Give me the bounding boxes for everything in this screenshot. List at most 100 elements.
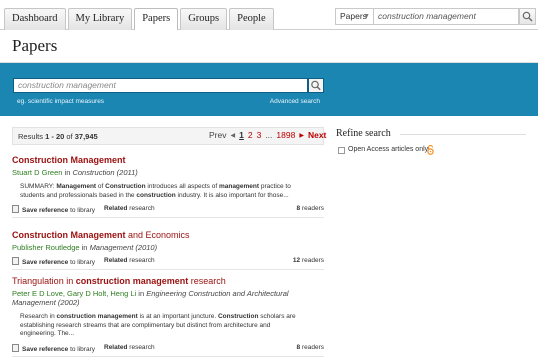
result-title[interactable]: Triangulation in construction management… [12,276,324,286]
result-authors[interactable]: Publisher Routledge [12,243,80,252]
summary-segment: introduces all aspects of [145,183,219,190]
page-link-2[interactable]: 2 [248,130,253,140]
reference-icon [12,343,19,352]
open-access-label[interactable]: Open Access articles only [348,146,428,153]
result-title-segment: research [188,276,226,286]
summary-segment: Management [56,183,97,190]
dropdown-caret-icon: ▼ [363,13,370,20]
summary-segment: management [218,183,260,190]
tab-papers[interactable]: Papers [134,8,179,31]
summary-segment: construction [136,191,176,199]
related-suffix: research [127,257,155,264]
readers-count: 8 readers [297,205,324,212]
related-research-link[interactable]: Related research [104,257,155,264]
page-link-last[interactable]: 1898 [276,130,295,140]
refine-search-heading: Refine search [336,128,391,139]
related-label: Related [104,205,128,213]
next-link[interactable]: Next [308,130,326,140]
summary-segment: SUMMARY: [20,183,57,190]
result-title-segment: Construction Management [12,230,126,240]
summary-segment: of [96,183,106,190]
save-reference-link[interactable]: Save reference to library [12,205,95,214]
save-reference-link[interactable]: Save reference to library [12,257,95,266]
result-meta: Peter E D Love, Gary D Holt, Heng Li in … [12,289,324,307]
save-reference-label: Save reference [22,207,69,215]
results-count: Results 1 - 20 of 37,945 [18,132,98,141]
related-label: Related [104,257,128,264]
related-suffix: research [127,205,155,213]
prev-link[interactable]: Prev [209,130,226,140]
tab-my-library[interactable]: My Library [67,8,133,30]
top-search-input[interactable]: construction management [374,8,519,25]
save-reference-link[interactable]: Save reference to library [12,343,95,353]
related-label: Related [104,343,128,351]
result-title-segment: Construction Management [12,155,126,165]
search-example-hint: eg. scientific impact measures [17,98,105,105]
tab-dashboard[interactable]: Dashboard [4,8,66,30]
result-actions: Save reference to library Related researc… [12,256,324,270]
result-actions: Save reference to library Related researc… [12,204,324,219]
readers-suffix: readers [300,205,324,213]
summary-segment: Research in [20,313,57,320]
search-scope-select[interactable]: Papers ▼ [335,8,374,25]
summary-segment: Construction [105,183,146,190]
result-title-segment: construction management [75,276,189,286]
result-item: Construction Management Stuart D Green in… [12,155,324,219]
readers-suffix: readers [300,257,324,264]
result-meta: Stuart D Green in Construction (2011) [12,168,324,177]
page-link-3[interactable]: 3 [257,130,262,140]
top-search-button[interactable] [519,8,536,25]
page-title: Papers [12,36,58,55]
save-reference-label: Save reference [22,259,69,266]
result-in: in [79,243,90,252]
save-reference-suffix: to library [68,259,95,266]
page-ellipsis: ... [265,130,273,140]
summary-segment: construction management [56,313,138,320]
result-meta: Publisher Routledge in Management (2010) [12,243,324,252]
title-band [0,30,538,63]
main-search-input[interactable]: construction management [13,78,308,93]
result-authors[interactable]: Peter E D Love, Gary D Holt, Heng Li [12,289,136,298]
advanced-search-link[interactable]: Advanced search [270,98,320,105]
result-summary: SUMMARY: Management of Construction intr… [20,183,305,200]
result-item: Triangulation in construction management… [12,276,324,357]
tab-people[interactable]: People [229,8,274,30]
result-authors[interactable]: Stuart D Green [12,168,62,177]
save-reference-label: Save reference [22,345,69,353]
related-suffix: research [127,343,155,351]
readers-count: 12 readers [293,257,324,264]
result-title-segment: Triangulation in [12,276,76,286]
result-actions: Save reference to library Related researc… [12,343,324,357]
result-in: in [136,289,147,298]
related-research-link[interactable]: Related research [104,344,155,351]
save-reference-suffix: to library [68,345,95,353]
readers-suffix: readers [300,343,324,351]
related-research-link[interactable]: Related research [104,205,155,212]
page-link-1[interactable]: 1 [239,130,244,140]
summary-segment: industry. It is also important for those… [175,191,289,199]
result-summary: Research in construction management is a… [20,313,305,339]
open-access-icon [427,145,434,155]
main-search-button[interactable] [308,78,324,93]
search-icon [311,80,321,91]
search-icon [522,11,533,22]
result-title-segment: and Economics [125,230,190,240]
save-reference-suffix: to library [68,207,95,215]
reference-icon [12,205,19,214]
result-title[interactable]: Construction Management and Economics [12,230,324,240]
prev-arrow-icon: ◀ [230,132,236,139]
next-arrow-icon: ▶ [299,132,304,139]
summary-segment: Construction [217,313,259,320]
refine-divider [400,134,526,135]
reference-icon [12,257,19,265]
main-tabs: Dashboard My Library Papers Groups Peopl… [4,8,276,31]
result-title[interactable]: Construction Management [12,155,324,165]
result-journal: Construction (2011) [72,168,138,177]
tab-groups[interactable]: Groups [180,8,228,30]
result-in: in [62,168,73,177]
readers-count: 8 readers [297,344,324,351]
open-access-checkbox[interactable] [338,147,345,154]
result-journal: Management (2010) [89,243,158,252]
result-item: Construction Management and Economics Pub… [12,230,324,270]
summary-segment: is at an important juncture. [137,313,218,320]
